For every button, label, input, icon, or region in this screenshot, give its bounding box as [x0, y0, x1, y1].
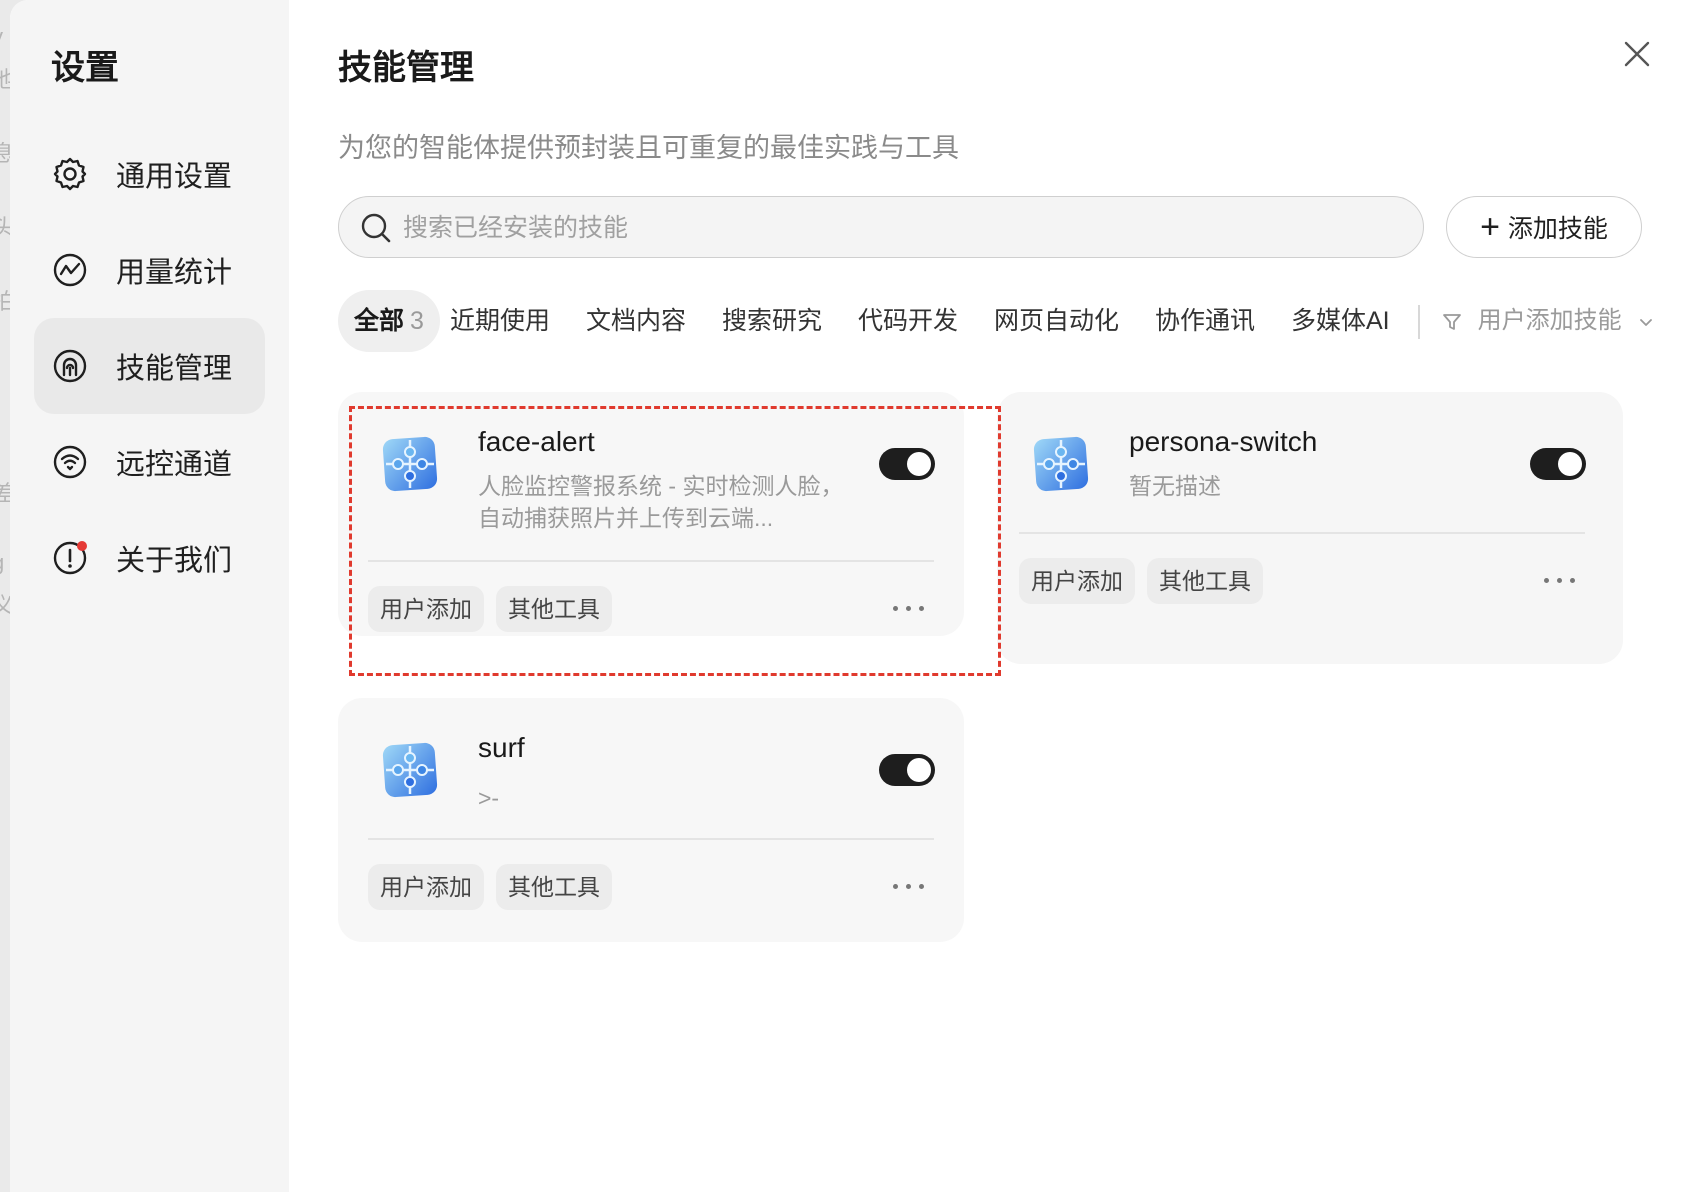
skill-name: face-alert: [478, 426, 595, 457]
card-divider: [368, 560, 934, 562]
backdrop-fragment: 拍: [0, 284, 10, 316]
sidebar-item-general[interactable]: 通用设置: [34, 126, 265, 222]
filter-label: 用户添加技能: [1477, 307, 1622, 334]
card-divider: [368, 838, 934, 840]
skill-tag: 用户添加: [1019, 558, 1135, 604]
card-divider: [1019, 532, 1585, 534]
signal-icon: [53, 445, 87, 479]
tab-count: 3: [410, 307, 424, 335]
more-options-icon[interactable]: [891, 600, 927, 618]
filter-dropdown[interactable]: 用户添加技能: [1441, 290, 1656, 352]
skill-tag: 用户添加: [368, 586, 484, 632]
skill-tag: 其他工具: [1147, 558, 1263, 604]
toggle-knob: [1558, 452, 1582, 476]
tab-search-research[interactable]: 搜索研究: [722, 290, 822, 352]
sidebar-item-label: 关于我们: [116, 545, 233, 577]
sidebar-title: 设置: [51, 49, 119, 87]
skill-name: persona-switch: [1129, 426, 1318, 457]
backdrop-fragment: y: [0, 24, 3, 50]
backdrop-fragment: 他: [0, 62, 10, 94]
search-input[interactable]: [401, 207, 1385, 249]
tab-label: 全部: [354, 307, 405, 335]
add-skill-button[interactable]: + 添加技能: [1446, 196, 1642, 258]
skill-enable-toggle[interactable]: [1530, 448, 1586, 480]
tab-code-dev[interactable]: 代码开发: [858, 290, 958, 352]
puzzle-icon: [382, 436, 438, 492]
backdrop-fragment: g: [0, 550, 4, 576]
skill-card-surf: surf >- 用户添加 其他工具: [338, 698, 964, 942]
gear-icon: [53, 157, 87, 191]
skill-tag: 其他工具: [496, 586, 612, 632]
plus-icon: +: [1480, 208, 1500, 246]
search-icon: [361, 213, 391, 243]
skill-enable-toggle[interactable]: [879, 448, 935, 480]
skills-panel: 技能管理 为您的智能体提供预封装且可重复的最佳实践与工具 + 添加技能 全部3 …: [289, 0, 1694, 1192]
skill-icon: [53, 349, 87, 383]
tab-multimedia-ai[interactable]: 多媒体AI: [1291, 290, 1390, 352]
sidebar-item-label: 通用设置: [116, 161, 233, 193]
skill-enable-toggle[interactable]: [879, 754, 935, 786]
sidebar-item-usage[interactable]: 用量统计: [34, 222, 265, 318]
search-box: [338, 196, 1424, 258]
skill-tag: 其他工具: [496, 864, 612, 910]
settings-sidebar: 设置 通用设置 用量统计 技能管理 远控通道 关于我们: [10, 0, 289, 1192]
backdrop-fragment: 头: [0, 210, 10, 242]
sidebar-item-label: 用量统计: [116, 257, 233, 289]
info-icon: [53, 541, 87, 575]
sidebar-item-skills[interactable]: 技能管理: [34, 318, 265, 414]
skill-name: surf: [478, 732, 525, 763]
page-title: 技能管理: [338, 49, 474, 87]
skill-tag: 用户添加: [368, 864, 484, 910]
settings-modal: 设置 通用设置 用量统计 技能管理 远控通道 关于我们 技能管理 为您的智能体提…: [10, 0, 1694, 1192]
filter-icon: [1443, 313, 1461, 330]
puzzle-icon: [382, 742, 438, 798]
skill-description: 暂无描述: [1129, 473, 1221, 499]
skill-card-persona-switch: persona-switch 暂无描述 用户添加 其他工具: [997, 392, 1623, 664]
skill-description: >-: [478, 785, 500, 811]
tab-web-automation[interactable]: 网页自动化: [994, 290, 1119, 352]
background-app-sliver: y 他 息 头 拍 - 差 g 义: [0, 0, 10, 1192]
backdrop-fragment: 义: [0, 588, 10, 620]
backdrop-fragment: 息: [0, 136, 10, 168]
page-subtitle: 为您的智能体提供预封装且可重复的最佳实践与工具: [338, 133, 959, 163]
add-skill-label: 添加技能: [1507, 215, 1608, 243]
skill-description: 人脸监控警报系统 - 实时检测人脸，自动捕获照片并上传到云端...: [478, 473, 844, 531]
notification-badge: [77, 541, 87, 551]
tab-recent[interactable]: 近期使用: [450, 290, 550, 352]
skill-card-face-alert: face-alert 人脸监控警报系统 - 实时检测人脸，自动捕获照片并上传到云…: [338, 392, 964, 636]
tab-divider: [1418, 305, 1420, 339]
more-options-icon[interactable]: [1542, 572, 1578, 590]
backdrop-fragment: 差: [0, 476, 10, 508]
sidebar-item-label: 技能管理: [116, 353, 233, 385]
tab-documents[interactable]: 文档内容: [586, 290, 686, 352]
toggle-knob: [907, 758, 931, 782]
more-options-icon[interactable]: [891, 878, 927, 896]
puzzle-icon: [1033, 436, 1089, 492]
toggle-knob: [907, 452, 931, 476]
chart-icon: [53, 253, 87, 287]
close-icon[interactable]: [1617, 34, 1657, 74]
tab-all[interactable]: 全部 3: [338, 290, 440, 352]
sidebar-item-about[interactable]: 关于我们: [34, 510, 265, 606]
chevron-down-icon: [1640, 318, 1653, 326]
tab-collaboration[interactable]: 协作通讯: [1155, 290, 1255, 352]
sidebar-item-label: 远控通道: [116, 449, 233, 481]
sidebar-item-remote[interactable]: 远控通道: [34, 414, 265, 510]
